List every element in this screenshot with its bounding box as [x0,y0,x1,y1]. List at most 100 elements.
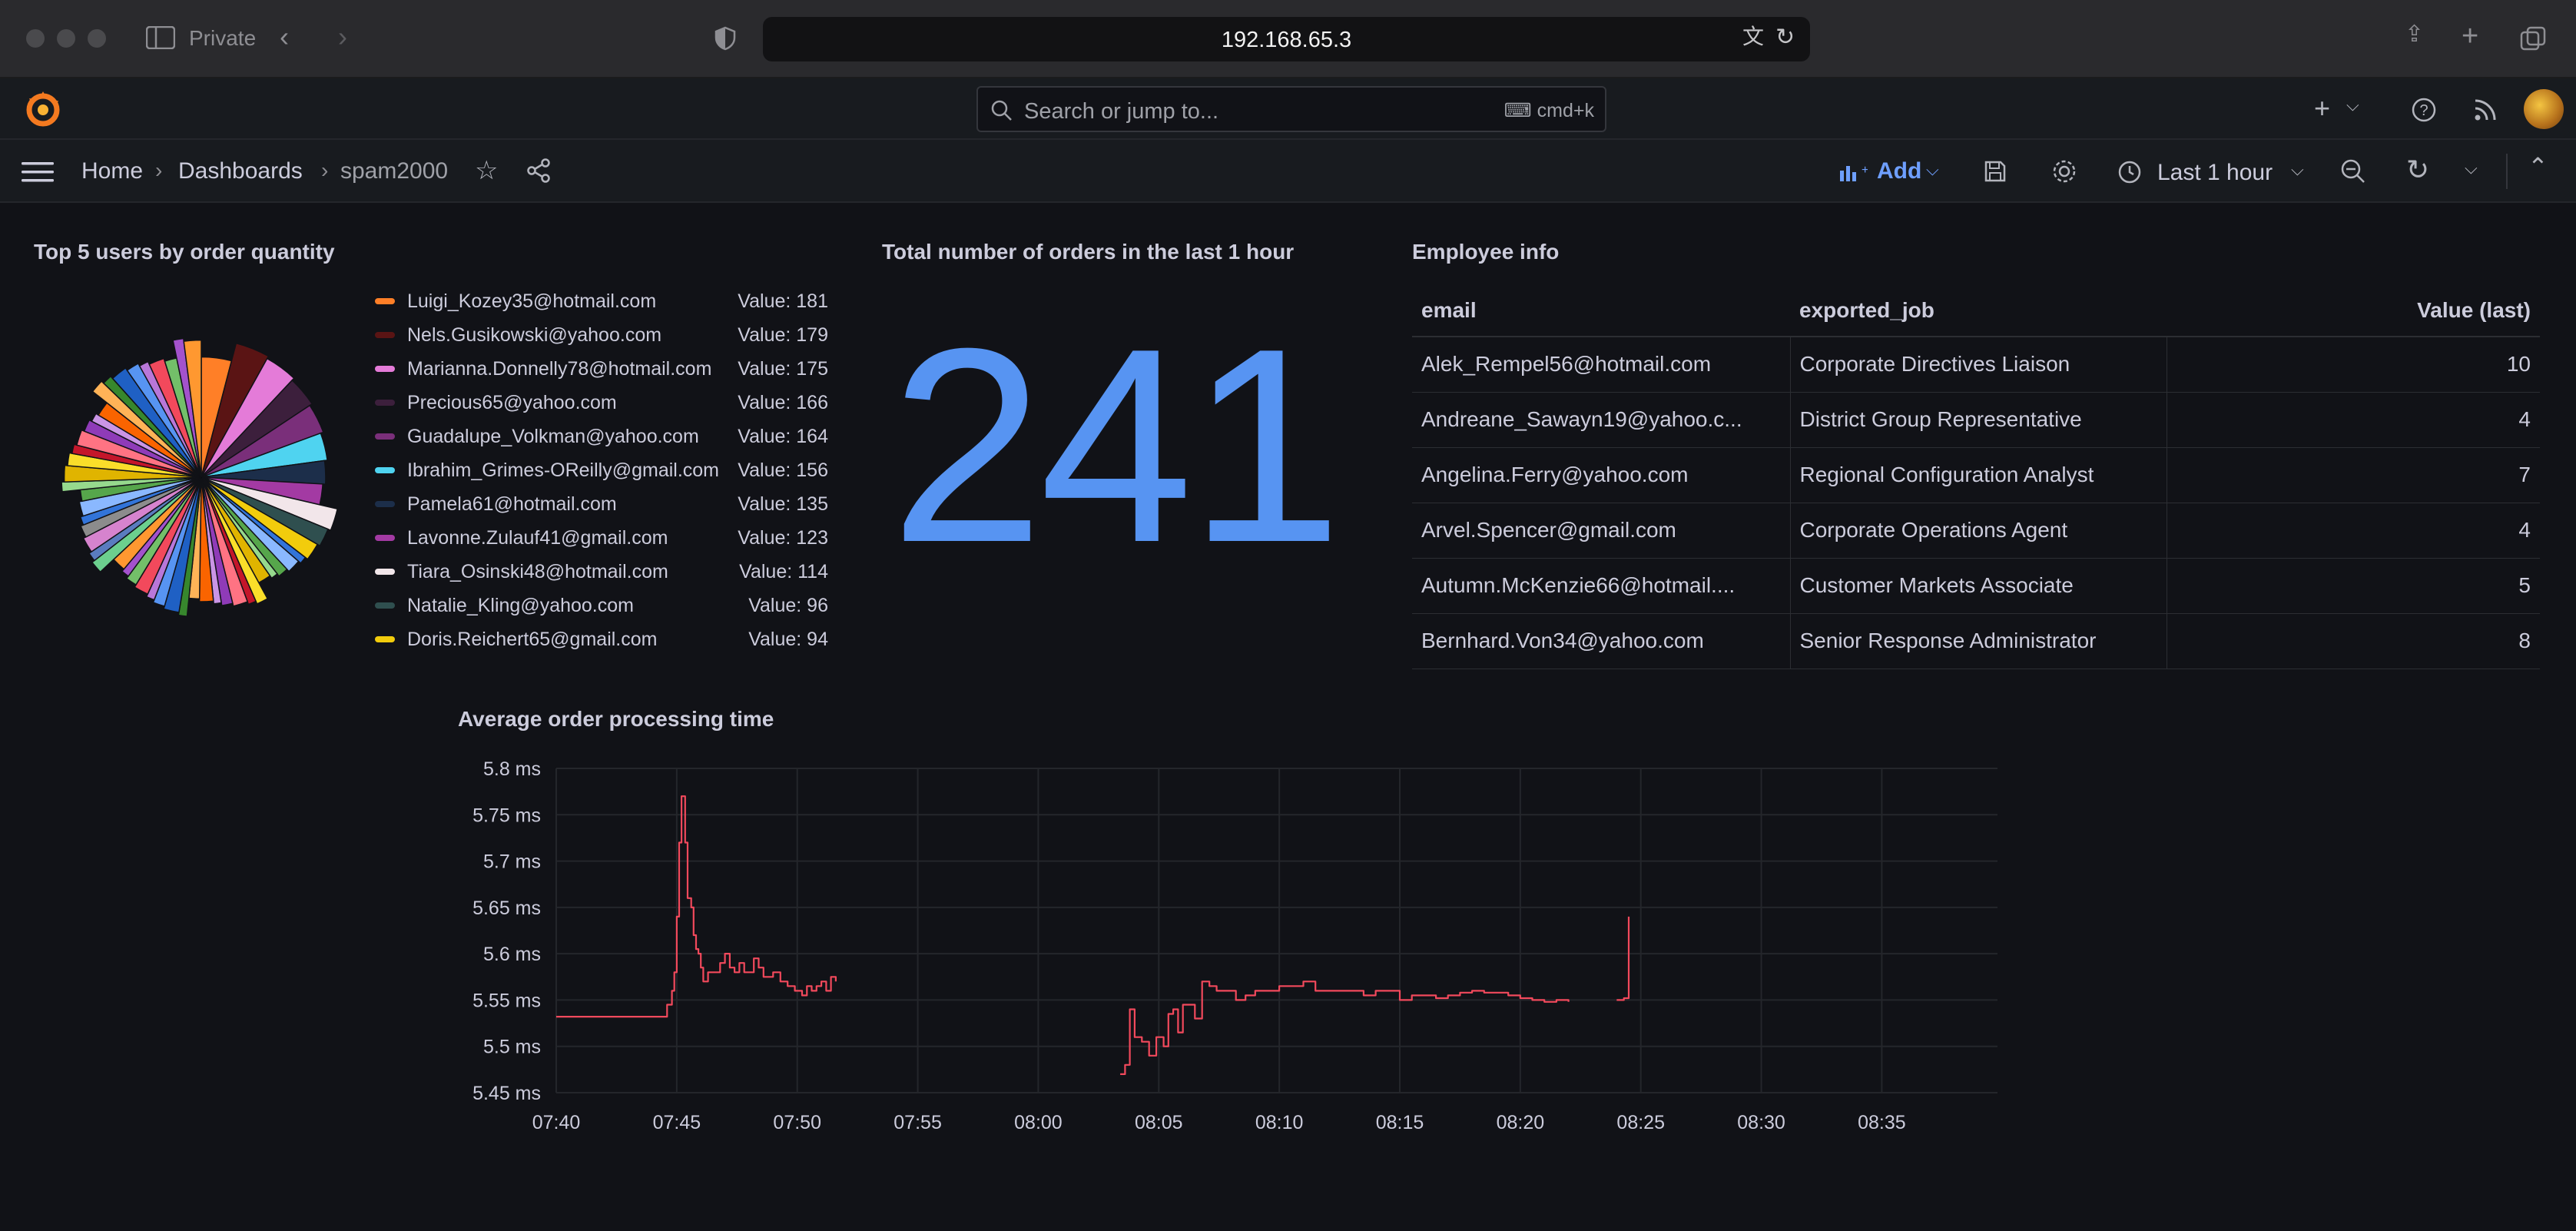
legend-value: Value: 114 [739,561,828,582]
back-icon[interactable]: ‹ [280,23,289,51]
legend-label: Doris.Reichert65@gmail.com [407,629,658,650]
legend-swatch [375,298,395,304]
tab-overview-icon[interactable] [2520,26,2546,52]
save-icon[interactable] [1984,160,2007,183]
x-tick-label: 08:10 [1255,1112,1304,1133]
x-tick-label: 08:25 [1616,1112,1665,1133]
toolbar-divider [2506,154,2508,189]
grafana-topbar: Search or jump to... ⌨ cmd+k + ⌵ ? [0,78,2576,140]
menu-icon[interactable] [22,160,54,184]
legend-item[interactable]: Doris.Reichert65@gmail.com Value: 94 [375,624,828,655]
legend-item[interactable]: Natalie_Kling@yahoo.com Value: 96 [375,590,828,621]
x-tick-label: 08:30 [1737,1112,1785,1133]
legend-swatch [375,433,395,440]
legend-value: Value: 156 [738,460,828,481]
legend-item[interactable]: Precious65@yahoo.com Value: 166 [375,387,828,418]
minimize-window-button[interactable] [57,29,75,48]
star-icon[interactable]: ☆ [475,155,498,186]
add-button[interactable]: + Add ⌵ [1840,155,1948,189]
pie-chart[interactable] [58,332,344,622]
legend-value: Value: 181 [738,290,828,312]
translate-icon[interactable]: 文 [1742,26,1764,48]
legend-item[interactable]: Marianna.Donnelly78@hotmail.com Value: 17… [375,353,828,384]
shield-icon[interactable] [714,26,736,51]
column-header-email[interactable]: email [1412,284,1790,337]
legend-value: Value: 123 [738,527,828,549]
chevron-down-icon[interactable]: ⌵ [2346,95,2359,115]
cell-job: Corporate Directives Liaison [1789,337,2167,393]
stat-value: 241 [890,291,1343,600]
close-window-button[interactable] [26,29,45,48]
legend-value: Value: 166 [738,392,828,413]
column-header-exported-job[interactable]: exported_job [1790,284,2167,337]
share-icon[interactable] [527,158,552,183]
user-avatar[interactable] [2524,89,2564,129]
refresh-icon[interactable]: ↻ [2406,154,2429,186]
time-range-label: Last 1 hour [2157,160,2273,185]
legend-item[interactable]: Guadalupe_Volkman@yahoo.com Value: 164 [375,421,828,452]
cell-job: District Group Representative [1789,392,2167,448]
legend-item[interactable]: Nels.Gusikowski@yahoo.com Value: 179 [375,320,828,350]
legend-label: Ibrahim_Grimes-OReilly@gmail.com [407,460,720,481]
address-bar[interactable]: 192.168.65.3 文 ↻ [763,17,1810,61]
breadcrumb-home[interactable]: Home [81,158,143,184]
legend-value: Value: 164 [738,426,828,447]
table-header-row: email exported_job Value (last) [1412,284,2540,337]
reload-icon[interactable]: ↻ [1775,26,1795,49]
refresh-interval-chevron-icon[interactable]: ⌵ [2465,158,2478,178]
timeseries-chart[interactable]: 5.8 ms 5.75 ms 5.7 ms 5.65 ms 5.6 ms 5.55 ms 5… [430,745,2013,1160]
legend-swatch [375,366,395,372]
svg-text:+: + [1862,164,1868,177]
legend-swatch [375,467,395,473]
table-row[interactable]: Angelina.Ferry@yahoo.com Regional Config… [1412,447,2540,503]
share-icon[interactable]: ⇪ [2405,23,2424,46]
y-tick-label: 5.75 ms [472,805,541,826]
help-icon[interactable]: ? [2411,97,2437,123]
zoom-out-icon[interactable] [2340,158,2366,184]
add-button-label: Add [1877,158,1922,184]
y-tick-label: 5.7 ms [483,851,541,873]
column-header-value[interactable]: Value (last) [2167,284,2540,337]
search-input[interactable]: Search or jump to... ⌨ cmd+k [976,86,1606,132]
y-tick-label: 5.5 ms [483,1037,541,1058]
legend-value: Value: 94 [748,629,828,650]
legend-item[interactable]: Lavonne.Zulauf41@gmail.com Value: 123 [375,523,828,553]
gear-icon[interactable] [2051,158,2077,184]
table-row[interactable]: Arvel.Spencer@gmail.com Corporate Operat… [1412,503,2540,559]
breadcrumb-dashboards[interactable]: Dashboards [178,158,303,184]
cell-email: Bernhard.Von34@yahoo.com [1412,613,1790,669]
sidebar-toggle-icon[interactable] [146,26,175,49]
y-tick-label: 5.55 ms [472,990,541,1011]
new-icon[interactable]: + [2314,92,2330,124]
clock-icon [2118,161,2141,184]
chevron-up-icon[interactable]: ⌃ [2528,152,2548,181]
cell-email: Autumn.McKenzie66@hotmail.... [1412,558,1790,614]
table-row[interactable]: Alek_Rempel56@hotmail.com Corporate Dire… [1412,337,2540,393]
legend-value: Value: 96 [748,595,828,616]
grafana-logo-icon[interactable] [23,89,63,129]
legend-item[interactable]: Ibrahim_Grimes-OReilly@gmail.com Value: 1… [375,455,828,486]
cell-value: 4 [2166,392,2540,448]
legend-item[interactable]: Tiara_Osinski48@hotmail.com Value: 114 [375,556,828,587]
x-tick-label: 08:20 [1497,1112,1545,1133]
legend-swatch [375,400,395,406]
legend-value: Value: 179 [738,324,828,346]
legend-item[interactable]: Pamela61@hotmail.com Value: 135 [375,489,828,519]
cell-value: 7 [2166,447,2540,503]
table-row[interactable]: Bernhard.Von34@yahoo.com Senior Response… [1412,613,2540,669]
news-rss-icon[interactable] [2472,97,2498,123]
zoom-window-button[interactable] [88,29,106,48]
legend-label: Marianna.Donnelly78@hotmail.com [407,358,712,380]
cell-value: 8 [2166,613,2540,669]
pie-panel-title: Top 5 users by order quantity [34,240,335,264]
series-line [556,795,837,1018]
legend-item[interactable]: Luigi_Kozey35@hotmail.com Value: 181 [375,286,828,317]
forward-icon[interactable]: › [338,23,347,51]
legend-label: Pamela61@hotmail.com [407,493,617,515]
x-tick-label: 08:35 [1858,1112,1906,1133]
time-picker-button[interactable]: Last 1 hour ⌵ [2117,154,2312,189]
table-row[interactable]: Andreane_Sawayn19@yahoo.c... District Gr… [1412,392,2540,448]
new-tab-icon[interactable]: + [2462,22,2478,51]
chevron-down-icon: ⌵ [1926,160,1939,179]
table-row[interactable]: Autumn.McKenzie66@hotmail.... Customer M… [1412,558,2540,614]
